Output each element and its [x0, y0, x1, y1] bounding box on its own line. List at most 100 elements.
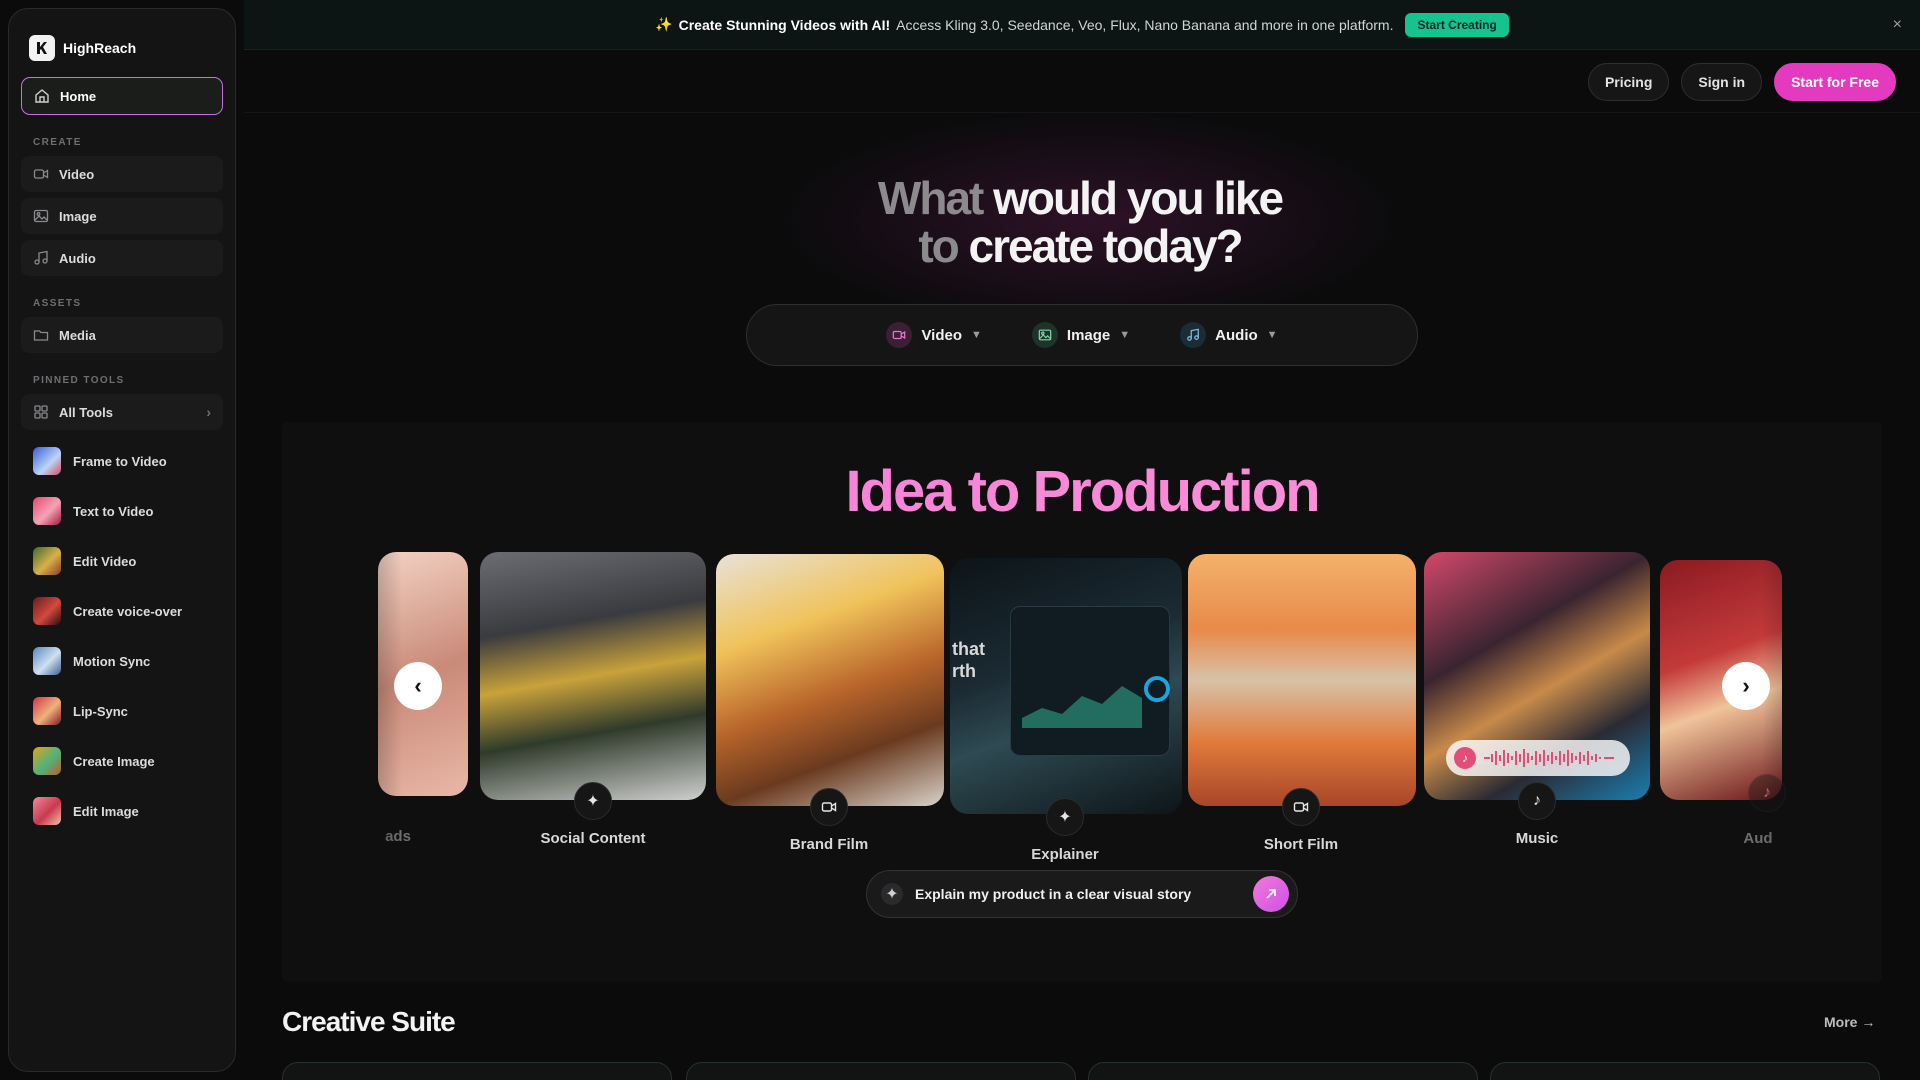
home-icon [34, 88, 50, 104]
sidebar: HighReach Home CREATE Video Image Audio … [8, 8, 236, 1072]
music-note-icon [1180, 322, 1207, 348]
type-option-audio[interactable]: Audio ▼ [1180, 322, 1278, 348]
sparkle-icon: ✨ [655, 16, 673, 32]
app-root: HighReach Home CREATE Video Image Audio … [0, 0, 1920, 1080]
tool-create-voice-over[interactable]: Create voice-over [21, 586, 223, 636]
creative-suite-title: Creative Suite [282, 1006, 456, 1037]
suite-card[interactable] [686, 1062, 1076, 1080]
music-note-icon: ♪ [1518, 782, 1556, 820]
sidebar-item-label: Video [59, 166, 95, 182]
type-option-image[interactable]: Image ▼ [1031, 322, 1131, 348]
brand-logo-icon [29, 35, 55, 61]
tool-thumbnail [33, 547, 61, 575]
showcase-title: Idea to Production [282, 458, 1882, 525]
tool-label: Edit Image [73, 803, 139, 819]
tool-label: Create voice-over [73, 603, 183, 619]
more-link[interactable]: More → [1824, 1014, 1875, 1030]
start-creating-button[interactable]: Start Creating [1405, 12, 1509, 37]
sidebar-item-all-tools[interactable]: All Tools › [21, 394, 223, 430]
start-for-free-button[interactable]: Start for Free [1774, 62, 1896, 101]
brand[interactable]: HighReach [21, 23, 223, 75]
sidebar-item-audio[interactable]: Audio [21, 240, 223, 276]
section-label-assets: ASSETS [33, 298, 82, 309]
tool-label: Edit Video [73, 553, 137, 569]
card-label: Brand Film [789, 836, 869, 853]
sidebar-item-label: Audio [59, 250, 96, 266]
showcase-card-explainer[interactable]: that rth [950, 558, 1182, 814]
sidebar-item-video[interactable]: Video [21, 156, 223, 192]
card-label: Short Film [1263, 836, 1339, 853]
tool-motion-sync[interactable]: Motion Sync [21, 636, 223, 686]
music-note-icon [33, 250, 49, 266]
tool-thumbnail [33, 697, 61, 725]
audio-waveform: ♪ [1446, 740, 1630, 776]
carousel-fade-right [1762, 422, 1882, 982]
sidebar-item-label: Image [59, 208, 97, 224]
music-note-icon: ♪ [1454, 747, 1476, 769]
showcase-card-social-content[interactable] [480, 552, 706, 800]
section-label-create: CREATE [33, 137, 82, 148]
showcase-card-music[interactable]: ♪ [1424, 552, 1650, 800]
hero-headline: What would you like to create today? [620, 174, 1540, 270]
showcase-card-short-film[interactable] [1188, 554, 1416, 806]
suite-card[interactable] [282, 1062, 672, 1080]
type-option-video[interactable]: Video ▼ [886, 322, 982, 348]
video-icon [886, 322, 913, 348]
type-option-label: Video [921, 326, 963, 344]
showcase-card-brand-film[interactable] [716, 554, 944, 806]
chevron-down-icon: ▼ [1119, 329, 1131, 341]
video-icon [1282, 788, 1320, 826]
tool-frame-to-video[interactable]: Frame to Video [21, 436, 223, 486]
tool-label: Create Image [73, 753, 155, 769]
sidebar-item-media[interactable]: Media [21, 317, 223, 353]
brand-name: HighReach [63, 40, 137, 56]
image-icon [33, 208, 49, 224]
carousel-fade-left [282, 422, 402, 982]
card-label: Social Content [540, 830, 646, 847]
tool-create-image[interactable]: Create Image [21, 736, 223, 786]
sparkle-icon: ✦ [881, 883, 903, 905]
tool-edit-video[interactable]: Edit Video [21, 536, 223, 586]
sidebar-item-label: Media [59, 327, 96, 343]
suite-card[interactable] [1490, 1062, 1880, 1080]
type-option-label: Image [1066, 326, 1111, 344]
sparkle-icon: ✦ [574, 782, 612, 820]
video-icon [33, 166, 49, 182]
chevron-down-icon: ▼ [1266, 329, 1278, 341]
sidebar-item-label: Home [60, 88, 97, 104]
sign-in-button[interactable]: Sign in [1681, 62, 1763, 101]
type-option-label: Audio [1215, 326, 1258, 344]
dashboard-chart-graphic [1022, 686, 1142, 728]
carousel-prev-button[interactable]: ‹ [394, 662, 442, 710]
top-header: Pricing Sign in Start for Free [244, 51, 1920, 113]
folder-icon [33, 327, 49, 343]
image-icon [1031, 322, 1058, 348]
tool-thumbnail [33, 597, 61, 625]
chevron-right-icon: › [206, 404, 211, 420]
card-label: Explainer [1031, 846, 1099, 863]
suite-card[interactable] [1088, 1062, 1478, 1080]
grid-icon [33, 404, 49, 420]
tool-thumbnail [33, 747, 61, 775]
headline-text: would you like [993, 172, 1284, 224]
tool-text-to-video[interactable]: Text to Video [21, 486, 223, 536]
showcase-carousel: ads ✦ Social Content Brand Film that rth… [378, 550, 1786, 870]
tool-edit-image[interactable]: Edit Image [21, 786, 223, 836]
banner-text: Access Kling 3.0, Seedance, Veo, Flux, N… [896, 16, 1394, 33]
sidebar-item-image[interactable]: Image [21, 198, 223, 234]
sparkle-icon: ✦ [1046, 798, 1084, 836]
carousel-next-button[interactable]: › [1722, 662, 1770, 710]
sidebar-item-home[interactable]: Home [21, 77, 223, 115]
send-arrow-icon[interactable] [1253, 876, 1289, 912]
headline-text: create today? [968, 220, 1244, 272]
tool-lip-sync[interactable]: Lip-Sync [21, 686, 223, 736]
tool-label: Frame to Video [73, 453, 167, 469]
close-icon[interactable]: × [1893, 16, 1902, 34]
prompt-text: Explain my product in a clear visual sto… [915, 886, 1192, 902]
pricing-button[interactable]: Pricing [1587, 62, 1670, 101]
headline-dim-word: to [918, 220, 959, 272]
section-label-pinned: PINNED TOOLS [33, 375, 125, 386]
prompt-input[interactable]: ✦ Explain my product in a clear visual s… [866, 870, 1298, 918]
tool-thumbnail [33, 497, 61, 525]
tool-thumbnail [33, 647, 61, 675]
